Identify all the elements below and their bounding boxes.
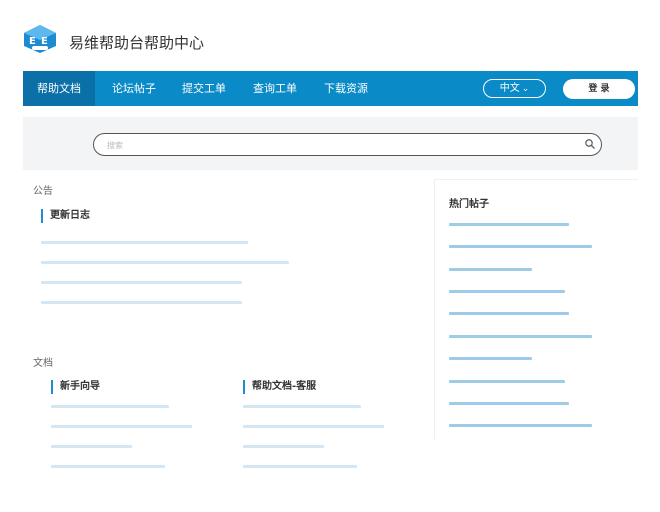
- beginner-guide-heading[interactable]: 新手向导: [51, 380, 100, 394]
- hot-post-placeholder[interactable]: [449, 245, 592, 248]
- support-docs-item-placeholder[interactable]: [243, 445, 324, 448]
- hot-post-placeholder[interactable]: [449, 223, 569, 226]
- beginner-guide-item-placeholder[interactable]: [51, 465, 165, 468]
- announcements-label: 公告: [33, 186, 53, 197]
- changelog-item-placeholder[interactable]: [41, 301, 242, 304]
- hot-posts-panel: [434, 179, 638, 439]
- beginner-guide-item-placeholder[interactable]: [51, 425, 192, 428]
- changelog-heading[interactable]: 更新日志: [41, 209, 90, 223]
- login-button[interactable]: 登 录: [563, 79, 635, 99]
- hot-post-placeholder[interactable]: [449, 268, 532, 271]
- search-icon[interactable]: [584, 138, 596, 150]
- main-nav: 帮助文档 论坛帖子 提交工单 查询工单 下载资源 中文 ⌄ 登 录: [23, 71, 638, 106]
- support-docs-item-placeholder[interactable]: [243, 425, 384, 428]
- hot-post-placeholder[interactable]: [449, 424, 592, 427]
- changelog-item-placeholder[interactable]: [41, 261, 289, 264]
- hot-post-placeholder[interactable]: [449, 335, 592, 338]
- site-title[interactable]: 易维帮助台帮助中心: [69, 32, 204, 53]
- svg-text:E: E: [41, 36, 48, 47]
- hot-post-placeholder[interactable]: [449, 402, 569, 405]
- beginner-guide-item-placeholder[interactable]: [51, 445, 132, 448]
- hot-post-placeholder[interactable]: [449, 380, 565, 383]
- svg-text:E: E: [29, 36, 36, 47]
- docs-label: 文档: [33, 358, 53, 369]
- chevron-down-icon: ⌄: [521, 84, 530, 94]
- hot-post-placeholder[interactable]: [449, 312, 569, 315]
- nav-item-download-resources[interactable]: 下载资源: [315, 71, 377, 106]
- nav-item-submit-ticket[interactable]: 提交工单: [173, 71, 235, 106]
- hot-posts-title: 热门帖子: [449, 199, 489, 210]
- logo-icon[interactable]: E E: [22, 24, 58, 54]
- hot-post-placeholder[interactable]: [449, 290, 565, 293]
- support-docs-item-placeholder[interactable]: [243, 405, 361, 408]
- language-select[interactable]: 中文 ⌄: [483, 79, 546, 98]
- support-docs-heading[interactable]: 帮助文档-客服: [243, 380, 316, 394]
- hot-post-placeholder[interactable]: [449, 357, 532, 360]
- search-input[interactable]: [107, 138, 577, 152]
- beginner-guide-item-placeholder[interactable]: [51, 405, 169, 408]
- changelog-item-placeholder[interactable]: [41, 241, 248, 244]
- nav-item-help-docs[interactable]: 帮助文档: [23, 71, 95, 106]
- support-docs-item-placeholder[interactable]: [243, 465, 357, 468]
- nav-item-query-ticket[interactable]: 查询工单: [244, 71, 306, 106]
- nav-item-forum-posts[interactable]: 论坛帖子: [103, 71, 165, 106]
- changelog-item-placeholder[interactable]: [41, 281, 242, 284]
- header: E E 易维帮助台帮助中心: [0, 0, 660, 70]
- language-label: 中文: [499, 83, 520, 94]
- search-box[interactable]: [93, 133, 602, 156]
